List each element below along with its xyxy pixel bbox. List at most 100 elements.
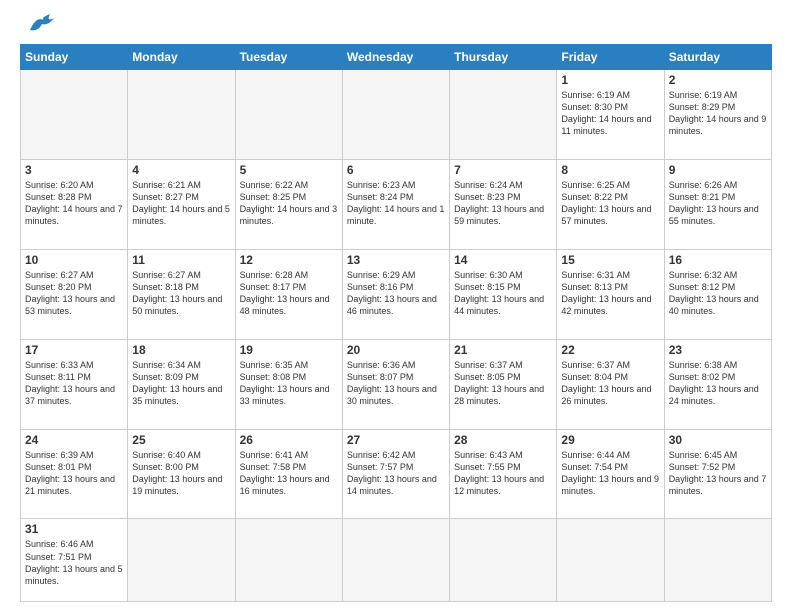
calendar-cell xyxy=(557,519,664,602)
day-info: Sunrise: 6:33 AM Sunset: 8:11 PM Dayligh… xyxy=(25,359,123,408)
day-info: Sunrise: 6:27 AM Sunset: 8:18 PM Dayligh… xyxy=(132,269,230,318)
day-number: 14 xyxy=(454,253,552,267)
calendar-cell xyxy=(450,519,557,602)
day-info: Sunrise: 6:22 AM Sunset: 8:25 PM Dayligh… xyxy=(240,179,338,228)
calendar-cell: 6 Sunrise: 6:23 AM Sunset: 8:24 PM Daylig… xyxy=(342,159,449,249)
week-row-5: 24Sunrise: 6:39 AM Sunset: 8:01 PM Dayli… xyxy=(21,429,772,519)
calendar-cell xyxy=(128,519,235,602)
day-info: Sunrise: 6:42 AM Sunset: 7:57 PM Dayligh… xyxy=(347,449,445,498)
weekday-thursday: Thursday xyxy=(450,45,557,70)
day-number: 5 xyxy=(240,163,338,177)
day-info: Sunrise: 6:45 AM Sunset: 7:52 PM Dayligh… xyxy=(669,449,767,498)
calendar-cell: 22 Sunrise: 6:37 AM Sunset: 8:04 PM Dayli… xyxy=(557,339,664,429)
calendar-cell: 12 Sunrise: 6:28 AM Sunset: 8:17 PM Dayli… xyxy=(235,249,342,339)
calendar-cell: 14 Sunrise: 6:30 AM Sunset: 8:15 PM Dayli… xyxy=(450,249,557,339)
calendar-cell: 27 Sunrise: 6:42 AM Sunset: 7:57 PM Dayli… xyxy=(342,429,449,519)
day-info: Sunrise: 6:36 AM Sunset: 8:07 PM Dayligh… xyxy=(347,359,445,408)
day-info: Sunrise: 6:40 AM Sunset: 8:00 PM Dayligh… xyxy=(132,449,230,498)
calendar-cell: 10 Sunrise: 6:27 AM Sunset: 8:20 PM Dayli… xyxy=(21,249,128,339)
weekday-monday: Monday xyxy=(128,45,235,70)
day-info: Sunrise: 6:26 AM Sunset: 8:21 PM Dayligh… xyxy=(669,179,767,228)
weekday-header-row: SundayMondayTuesdayWednesdayThursdayFrid… xyxy=(21,45,772,70)
day-number: 29 xyxy=(561,433,659,447)
calendar-cell: 2 Sunrise: 6:19 AM Sunset: 8:29 PM Daylig… xyxy=(664,70,771,160)
day-info: Sunrise: 6:46 AM Sunset: 7:51 PM Dayligh… xyxy=(25,538,123,587)
weekday-friday: Friday xyxy=(557,45,664,70)
weekday-wednesday: Wednesday xyxy=(342,45,449,70)
day-number: 17 xyxy=(25,343,123,357)
calendar-cell xyxy=(342,70,449,160)
calendar-cell: 4Sunrise: 6:21 AM Sunset: 8:27 PM Daylig… xyxy=(128,159,235,249)
calendar-table: SundayMondayTuesdayWednesdayThursdayFrid… xyxy=(20,44,772,602)
day-info: Sunrise: 6:44 AM Sunset: 7:54 PM Dayligh… xyxy=(561,449,659,498)
day-number: 18 xyxy=(132,343,230,357)
week-row-3: 10 Sunrise: 6:27 AM Sunset: 8:20 PM Dayli… xyxy=(21,249,772,339)
day-info: Sunrise: 6:38 AM Sunset: 8:02 PM Dayligh… xyxy=(669,359,767,408)
day-info: Sunrise: 6:27 AM Sunset: 8:20 PM Dayligh… xyxy=(25,269,123,318)
day-number: 28 xyxy=(454,433,552,447)
calendar-cell: 7Sunrise: 6:24 AM Sunset: 8:23 PM Daylig… xyxy=(450,159,557,249)
calendar-cell xyxy=(450,70,557,160)
weekday-sunday: Sunday xyxy=(21,45,128,70)
header xyxy=(20,16,772,36)
calendar-cell: 19 Sunrise: 6:35 AM Sunset: 8:08 PM Dayli… xyxy=(235,339,342,429)
week-row-4: 17 Sunrise: 6:33 AM Sunset: 8:11 PM Dayli… xyxy=(21,339,772,429)
calendar-cell: 29 Sunrise: 6:44 AM Sunset: 7:54 PM Dayli… xyxy=(557,429,664,519)
day-number: 22 xyxy=(561,343,659,357)
calendar-cell: 25 Sunrise: 6:40 AM Sunset: 8:00 PM Dayli… xyxy=(128,429,235,519)
day-info: Sunrise: 6:19 AM Sunset: 8:29 PM Dayligh… xyxy=(669,89,767,138)
calendar-cell: 18 Sunrise: 6:34 AM Sunset: 8:09 PM Dayli… xyxy=(128,339,235,429)
calendar-cell: 31 Sunrise: 6:46 AM Sunset: 7:51 PM Dayli… xyxy=(21,519,128,602)
calendar-cell xyxy=(128,70,235,160)
day-number: 3 xyxy=(25,163,123,177)
day-info: Sunrise: 6:28 AM Sunset: 8:17 PM Dayligh… xyxy=(240,269,338,318)
day-number: 13 xyxy=(347,253,445,267)
calendar-cell: 1Sunrise: 6:19 AM Sunset: 8:30 PM Daylig… xyxy=(557,70,664,160)
day-number: 12 xyxy=(240,253,338,267)
calendar-cell xyxy=(21,70,128,160)
day-number: 30 xyxy=(669,433,767,447)
day-info: Sunrise: 6:35 AM Sunset: 8:08 PM Dayligh… xyxy=(240,359,338,408)
calendar-cell: 11 Sunrise: 6:27 AM Sunset: 8:18 PM Dayli… xyxy=(128,249,235,339)
day-number: 7 xyxy=(454,163,552,177)
calendar-cell: 30 Sunrise: 6:45 AM Sunset: 7:52 PM Dayli… xyxy=(664,429,771,519)
day-number: 21 xyxy=(454,343,552,357)
day-info: Sunrise: 6:37 AM Sunset: 8:05 PM Dayligh… xyxy=(454,359,552,408)
day-info: Sunrise: 6:23 AM Sunset: 8:24 PM Dayligh… xyxy=(347,179,445,228)
day-number: 10 xyxy=(25,253,123,267)
calendar-cell xyxy=(342,519,449,602)
day-info: Sunrise: 6:34 AM Sunset: 8:09 PM Dayligh… xyxy=(132,359,230,408)
calendar-cell: 15 Sunrise: 6:31 AM Sunset: 8:13 PM Dayli… xyxy=(557,249,664,339)
day-number: 16 xyxy=(669,253,767,267)
logo xyxy=(20,16,60,36)
day-number: 9 xyxy=(669,163,767,177)
week-row-6: 31 Sunrise: 6:46 AM Sunset: 7:51 PM Dayli… xyxy=(21,519,772,602)
day-number: 31 xyxy=(25,522,123,536)
day-info: Sunrise: 6:31 AM Sunset: 8:13 PM Dayligh… xyxy=(561,269,659,318)
calendar-cell xyxy=(235,70,342,160)
calendar-cell: 9 Sunrise: 6:26 AM Sunset: 8:21 PM Daylig… xyxy=(664,159,771,249)
day-number: 6 xyxy=(347,163,445,177)
day-number: 15 xyxy=(561,253,659,267)
day-number: 11 xyxy=(132,253,230,267)
weekday-tuesday: Tuesday xyxy=(235,45,342,70)
day-number: 19 xyxy=(240,343,338,357)
day-info: Sunrise: 6:32 AM Sunset: 8:12 PM Dayligh… xyxy=(669,269,767,318)
day-number: 26 xyxy=(240,433,338,447)
week-row-1: 1Sunrise: 6:19 AM Sunset: 8:30 PM Daylig… xyxy=(21,70,772,160)
day-info: Sunrise: 6:30 AM Sunset: 8:15 PM Dayligh… xyxy=(454,269,552,318)
day-info: Sunrise: 6:43 AM Sunset: 7:55 PM Dayligh… xyxy=(454,449,552,498)
day-info: Sunrise: 6:37 AM Sunset: 8:04 PM Dayligh… xyxy=(561,359,659,408)
calendar-cell: 3 Sunrise: 6:20 AM Sunset: 8:28 PM Daylig… xyxy=(21,159,128,249)
day-number: 25 xyxy=(132,433,230,447)
calendar-cell: 17 Sunrise: 6:33 AM Sunset: 8:11 PM Dayli… xyxy=(21,339,128,429)
day-number: 4 xyxy=(132,163,230,177)
day-info: Sunrise: 6:41 AM Sunset: 7:58 PM Dayligh… xyxy=(240,449,338,498)
day-number: 27 xyxy=(347,433,445,447)
day-number: 24 xyxy=(25,433,123,447)
page: SundayMondayTuesdayWednesdayThursdayFrid… xyxy=(0,0,792,612)
calendar-cell: 20Sunrise: 6:36 AM Sunset: 8:07 PM Dayli… xyxy=(342,339,449,429)
calendar-cell: 8Sunrise: 6:25 AM Sunset: 8:22 PM Daylig… xyxy=(557,159,664,249)
day-number: 2 xyxy=(669,73,767,87)
day-info: Sunrise: 6:20 AM Sunset: 8:28 PM Dayligh… xyxy=(25,179,123,228)
